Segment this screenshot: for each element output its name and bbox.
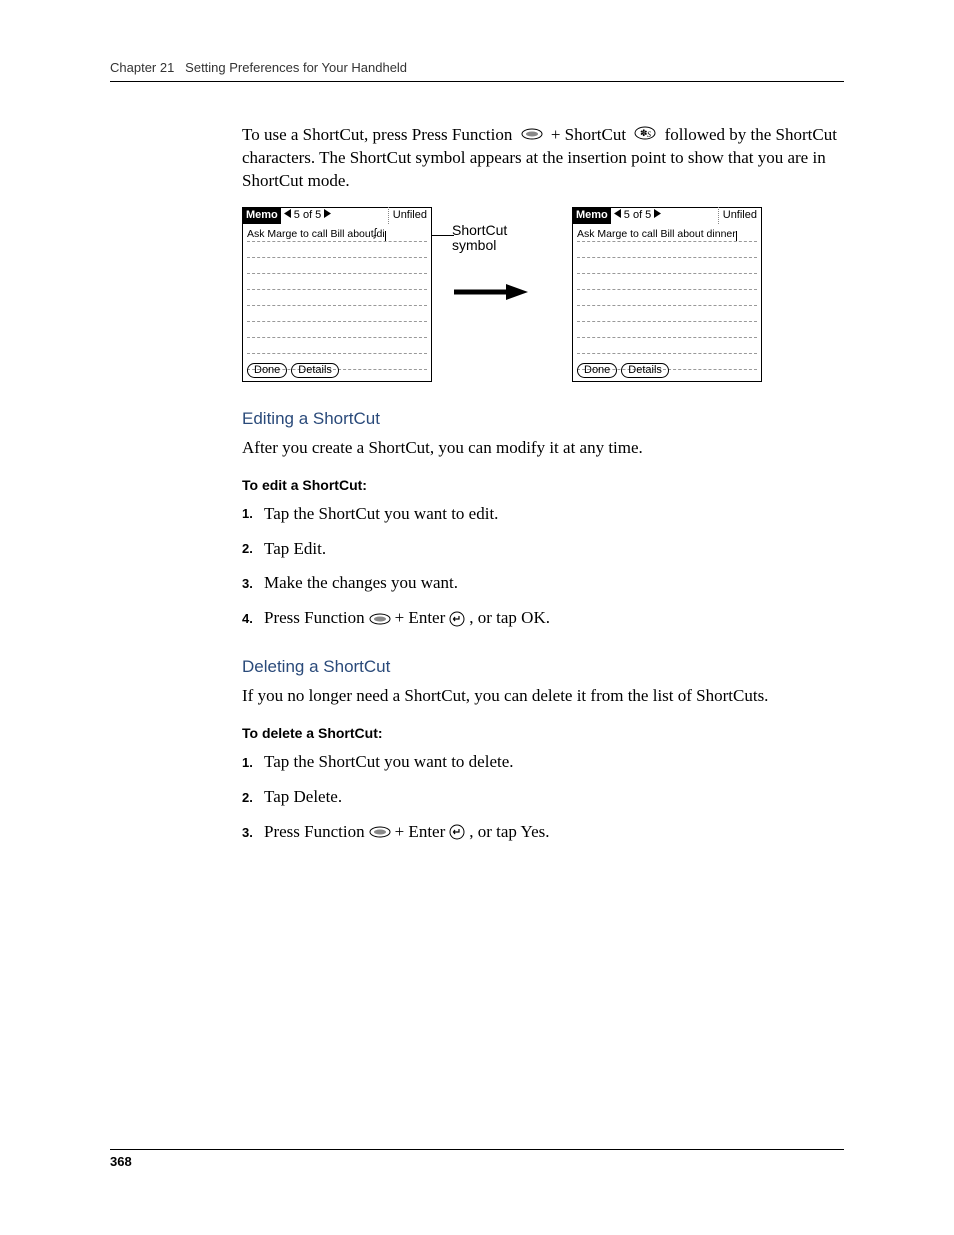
arrow-icon <box>452 282 552 307</box>
intro-paragraph: To use a ShortCut, press Press Function … <box>242 124 844 193</box>
step-text: Press Function + Enter , or tap Yes. <box>264 821 550 844</box>
shortcut-key-icon: ✽S <box>634 126 656 140</box>
step-text: Tap the ShortCut you want to edit. <box>264 503 498 526</box>
step-text: Make the changes you want. <box>264 572 458 595</box>
svg-text:S: S <box>647 130 651 139</box>
memo-screenshot-right: Memo 5 of 5 Unfiled Ask Marge to call Bi… <box>572 207 762 382</box>
enter-key-icon <box>449 824 465 840</box>
step-text: Tap Delete. <box>264 786 342 809</box>
to-delete-subhead: To delete a ShortCut: <box>242 724 844 743</box>
memo-category: Unfiled <box>388 207 431 224</box>
delete-steps: 1.Tap the ShortCut you want to delete. 2… <box>242 751 844 844</box>
enter-key-icon <box>449 611 465 627</box>
section-heading-editing: Editing a ShortCut <box>242 408 844 431</box>
done-button: Done <box>247 363 287 378</box>
memo-nav-text: 5 of 5 <box>624 208 652 223</box>
prev-icon <box>614 208 621 223</box>
function-key-icon <box>369 826 391 838</box>
memo-nav-text: 5 of 5 <box>294 208 322 223</box>
page-footer: 368 <box>110 1149 844 1169</box>
chapter-label: Chapter 21 <box>110 60 174 75</box>
memo-app-title: Memo <box>243 207 281 224</box>
function-key-icon <box>521 128 543 140</box>
figure-callout: ShortCut symbol <box>452 207 552 307</box>
done-button: Done <box>577 363 617 378</box>
details-button: Details <box>291 363 339 378</box>
memo-category: Unfiled <box>718 207 761 224</box>
page-number: 368 <box>110 1154 132 1169</box>
details-button: Details <box>621 363 669 378</box>
step-text: Press Function + Enter , or tap OK. <box>264 607 550 630</box>
edit-steps: 1.Tap the ShortCut you want to edit. 2.T… <box>242 503 844 631</box>
next-icon <box>654 208 661 223</box>
next-icon <box>324 208 331 223</box>
deleting-intro: If you no longer need a ShortCut, you ca… <box>242 685 844 708</box>
to-edit-subhead: To edit a ShortCut: <box>242 476 844 495</box>
chapter-title: Setting Preferences for Your Handheld <box>185 60 407 75</box>
function-key-icon <box>369 613 391 625</box>
memo-text-line: Ask Marge to call Bill about ʄ di <box>247 226 427 242</box>
memo-app-title: Memo <box>573 207 611 224</box>
page-header: Chapter 21 Setting Preferences for Your … <box>110 60 844 82</box>
section-heading-deleting: Deleting a ShortCut <box>242 656 844 679</box>
editing-intro: After you create a ShortCut, you can mod… <box>242 437 844 460</box>
step-text: Tap the ShortCut you want to delete. <box>264 751 514 774</box>
memo-screenshot-left: Memo 5 of 5 Unfiled Ask Marge to call Bi… <box>242 207 432 382</box>
step-text: Tap Edit. <box>264 538 326 561</box>
callout-label: ShortCut symbol <box>452 223 552 254</box>
shortcut-figure: Memo 5 of 5 Unfiled Ask Marge to call Bi… <box>242 207 844 382</box>
memo-text-line: Ask Marge to call Bill about dinner <box>577 226 757 242</box>
prev-icon <box>284 208 291 223</box>
